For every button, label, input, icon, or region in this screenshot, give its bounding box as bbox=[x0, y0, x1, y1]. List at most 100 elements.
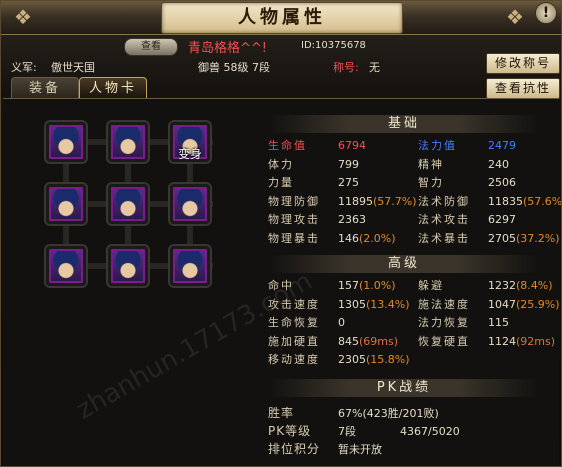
stat-value: 1305 bbox=[338, 297, 366, 311]
stat-value-group: 11835(57.6%) bbox=[488, 193, 561, 210]
stat-value-group: 1232(8.4%) bbox=[488, 277, 553, 294]
stat-value-group: 115 bbox=[488, 314, 509, 331]
stat-row: 命中 157(1.0%) 躲避 1232(8.4%) bbox=[268, 277, 558, 294]
section-pk-title: PK战绩 bbox=[268, 379, 540, 397]
stat-label: 生命恢复 bbox=[268, 316, 320, 329]
stat-value-group: 240 bbox=[488, 156, 509, 173]
guild-name: 傲世天国 bbox=[51, 61, 95, 74]
stat-label: 施法速度 bbox=[418, 297, 470, 311]
stat-row: 力量 275 智力 2506 bbox=[268, 174, 558, 191]
stat-value-group: 157(1.0%) bbox=[338, 277, 396, 294]
pk-ladder-row: 排位积分 暂未开放 bbox=[268, 441, 558, 458]
character-portrait-icon bbox=[113, 127, 143, 157]
card-slot[interactable] bbox=[44, 120, 88, 164]
stat-row: 物理暴击 146(2.0%) 法术暴击 2705(37.2%) bbox=[268, 230, 560, 247]
stat-value: 1047 bbox=[488, 297, 516, 311]
stat-value: 2705 bbox=[488, 231, 516, 245]
player-name: 青岛格格^^! bbox=[188, 41, 267, 56]
stat-value: 275 bbox=[338, 176, 359, 189]
stat-percent: (1.0%) bbox=[359, 279, 396, 292]
stat-value: 2305 bbox=[338, 353, 366, 366]
stat-label: 躲避 bbox=[418, 279, 444, 292]
stat-value: 1232 bbox=[488, 279, 516, 292]
stat-value: 11895 bbox=[338, 194, 373, 208]
guild-label: 义军: bbox=[11, 61, 37, 74]
stat-value: 1124 bbox=[488, 334, 516, 348]
stat-value: 6297 bbox=[488, 213, 516, 226]
stat-label: 力量 bbox=[268, 176, 294, 189]
stat-value-group: 1047(25.9%) bbox=[488, 296, 560, 313]
stat-label: 恢复硬直 bbox=[418, 334, 470, 348]
title-label: 称号: bbox=[333, 61, 359, 74]
stat-value-group: 2705(37.2%) bbox=[488, 230, 560, 247]
content-panel: 变身 基础 生命值 6794 法力值 2479 体力 799 精神 240 力量 275 智力 250… bbox=[3, 98, 561, 466]
section-advanced-title: 高级 bbox=[268, 255, 540, 273]
stat-value-group: 1124(92ms) bbox=[488, 333, 555, 350]
stat-percent: (8.4%) bbox=[516, 279, 553, 292]
stat-value-group: 275 bbox=[338, 174, 359, 191]
character-portrait-icon bbox=[51, 189, 81, 219]
right-ornament-icon: ❖ bbox=[506, 5, 524, 29]
stat-value-group: 6794 bbox=[338, 137, 366, 154]
change-title-button[interactable]: 修改称号 bbox=[486, 53, 560, 74]
stat-percent: (25.9%) bbox=[516, 297, 560, 311]
close-button[interactable]: ! bbox=[535, 2, 557, 24]
stat-percent: (37.2%) bbox=[516, 231, 560, 245]
stat-value: 2479 bbox=[488, 139, 516, 152]
card-slot[interactable] bbox=[44, 244, 88, 288]
window-title: 人物属性 bbox=[238, 7, 326, 28]
tab-equipment[interactable]: 装备 bbox=[11, 77, 79, 99]
title-bar[interactable]: ❖ 人物属性 ❖ ! bbox=[1, 1, 561, 35]
character-portrait-icon bbox=[113, 189, 143, 219]
stat-label: 法术防御 bbox=[418, 194, 470, 208]
stat-value: 0 bbox=[338, 316, 345, 329]
pk-rank-label: PK等级 bbox=[268, 424, 312, 438]
stat-value-group: 845(69ms) bbox=[338, 333, 398, 350]
card-slot[interactable] bbox=[168, 182, 212, 226]
tab-character-card[interactable]: 人物卡 bbox=[79, 77, 147, 99]
view-button[interactable]: 查看 bbox=[124, 38, 178, 56]
card-slot[interactable] bbox=[106, 244, 150, 288]
player-id: ID:10375678 bbox=[301, 40, 366, 51]
stat-value: 240 bbox=[488, 157, 509, 171]
stat-percent: (57.7%) bbox=[373, 194, 417, 208]
stat-value: 115 bbox=[488, 316, 509, 329]
stat-label: 物理暴击 bbox=[268, 231, 320, 245]
card-slot[interactable] bbox=[168, 244, 212, 288]
character-portrait-icon bbox=[113, 251, 143, 281]
stat-value: 157 bbox=[338, 279, 359, 292]
section-basic-title: 基础 bbox=[268, 115, 540, 133]
left-ornament-icon: ❖ bbox=[14, 5, 32, 29]
stat-row: 物理防御 11895(57.7%)法术防御 11835(57.6%) bbox=[268, 193, 561, 210]
stat-value-group: 6297 bbox=[488, 211, 516, 228]
card-slot[interactable] bbox=[106, 120, 150, 164]
card-slot[interactable] bbox=[106, 182, 150, 226]
pk-ladder-label: 排位积分 bbox=[268, 442, 321, 456]
stat-label: 物理攻击 bbox=[268, 213, 320, 226]
stat-value: 2363 bbox=[338, 213, 366, 226]
stat-value-group: 2506 bbox=[488, 174, 516, 191]
title-plaque: 人物属性 bbox=[161, 2, 403, 34]
view-resistance-button[interactable]: 查看抗性 bbox=[486, 78, 560, 99]
card-slot[interactable] bbox=[44, 182, 88, 226]
stat-value-group: 146(2.0%) bbox=[338, 230, 396, 247]
stat-value-group: 799 bbox=[338, 156, 359, 173]
stat-row: 生命恢复 0 法力恢复 115 bbox=[268, 314, 558, 331]
stat-label: 精神 bbox=[418, 157, 444, 171]
stat-percent: (92ms) bbox=[516, 334, 556, 348]
level-info: 御兽 58级 7段 bbox=[198, 61, 270, 74]
pk-rank-points: 4367/5020 bbox=[400, 425, 460, 438]
stat-row: 物理攻击 2363 法术攻击 6297 bbox=[268, 211, 558, 228]
stat-label: 智力 bbox=[418, 176, 444, 189]
stat-label: 法术攻击 bbox=[418, 213, 470, 226]
card-slot[interactable]: 变身 bbox=[168, 120, 212, 164]
stat-row: 攻击速度 1305(13.4%) 施法速度 1047(25.9%) bbox=[268, 296, 560, 313]
stat-value: 2506 bbox=[488, 176, 516, 189]
stat-value-group: 2479 bbox=[488, 137, 516, 154]
stat-label: 法力值 bbox=[418, 139, 457, 152]
pk-rank-value: 7段 bbox=[338, 425, 356, 438]
stat-row: 施加硬直 845(69ms) 恢复硬直 1124(92ms) bbox=[268, 333, 558, 350]
pk-ladder-value: 暂未开放 bbox=[338, 443, 382, 456]
stat-value: 799 bbox=[338, 157, 359, 171]
pk-win-row: 胜率 67%(423胜/201败) bbox=[268, 405, 558, 422]
